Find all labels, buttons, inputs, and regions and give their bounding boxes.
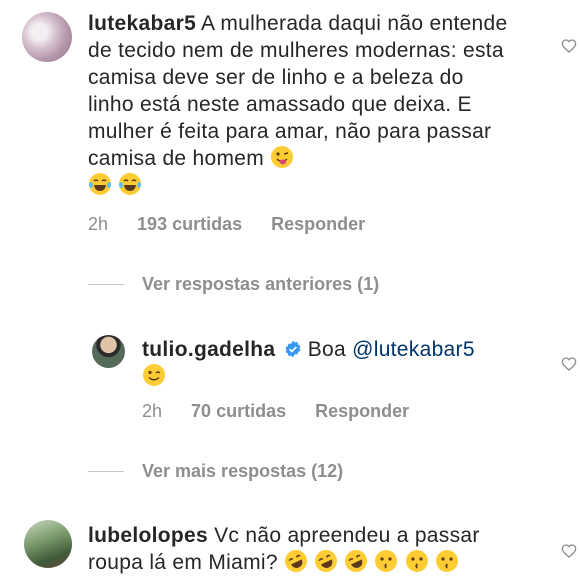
winking-tongue-emoji-icon [271,146,294,168]
heart-outline-icon[interactable] [561,38,577,54]
avatar-lutekabar5[interactable] [22,12,72,62]
comment-time: 2h [88,214,109,234]
view-previous-replies[interactable]: Ver respostas anteriores (1) [88,274,379,295]
mention-link[interactable]: @lutekabar5 [352,338,475,361]
reply-time: 2h [142,401,163,421]
comment-body: lutekabar5 A mulherada daqui não entende… [88,10,508,199]
comment-likes[interactable]: 193 curtidas [137,214,242,234]
divider [88,284,124,285]
reply-meta: 2h 70 curtidas Responder [142,401,433,422]
comment-username[interactable]: lutekabar5 [88,12,196,35]
reply-body: tulio.gadelha Boa @lutekabar5 [142,336,512,390]
view-more-replies[interactable]: Ver mais respostas (12) [88,461,343,482]
heart-outline-icon[interactable] [561,356,577,372]
kissing-emoji-icon [435,550,458,572]
tears-of-joy-emoji-icon [119,173,142,195]
view-more-label: Ver mais respostas (12) [142,461,344,481]
reply-button[interactable]: Responder [271,214,365,234]
comment-text: A mulherada daqui não entende de tecido … [88,12,508,170]
reply-text: Boa [307,338,346,361]
comment-body: lubelolopes Vc não apreendeu a passar ro… [88,522,528,576]
view-previous-label: Ver respostas anteriores (1) [142,274,380,294]
wink-emoji-icon [143,364,165,386]
divider [88,471,124,472]
comment-username[interactable]: lubelolopes [88,524,208,547]
reply-username[interactable]: tulio.gadelha [142,338,275,361]
kissing-emoji-icon [405,550,428,572]
rofl-emoji-icon [315,550,338,572]
kissing-emoji-icon [375,550,398,572]
verified-badge-icon [285,340,300,358]
avatar-lubelolopes[interactable] [24,520,72,568]
heart-outline-icon[interactable] [561,543,577,559]
comment-meta: 2h 193 curtidas Responder [88,214,389,235]
rofl-emoji-icon [345,550,368,572]
rofl-emoji-icon [284,550,307,572]
reply-likes[interactable]: 70 curtidas [191,401,286,421]
tears-of-joy-emoji-icon [89,173,111,195]
reply-button[interactable]: Responder [315,401,409,421]
avatar-tulio-gadelha[interactable] [92,335,125,368]
